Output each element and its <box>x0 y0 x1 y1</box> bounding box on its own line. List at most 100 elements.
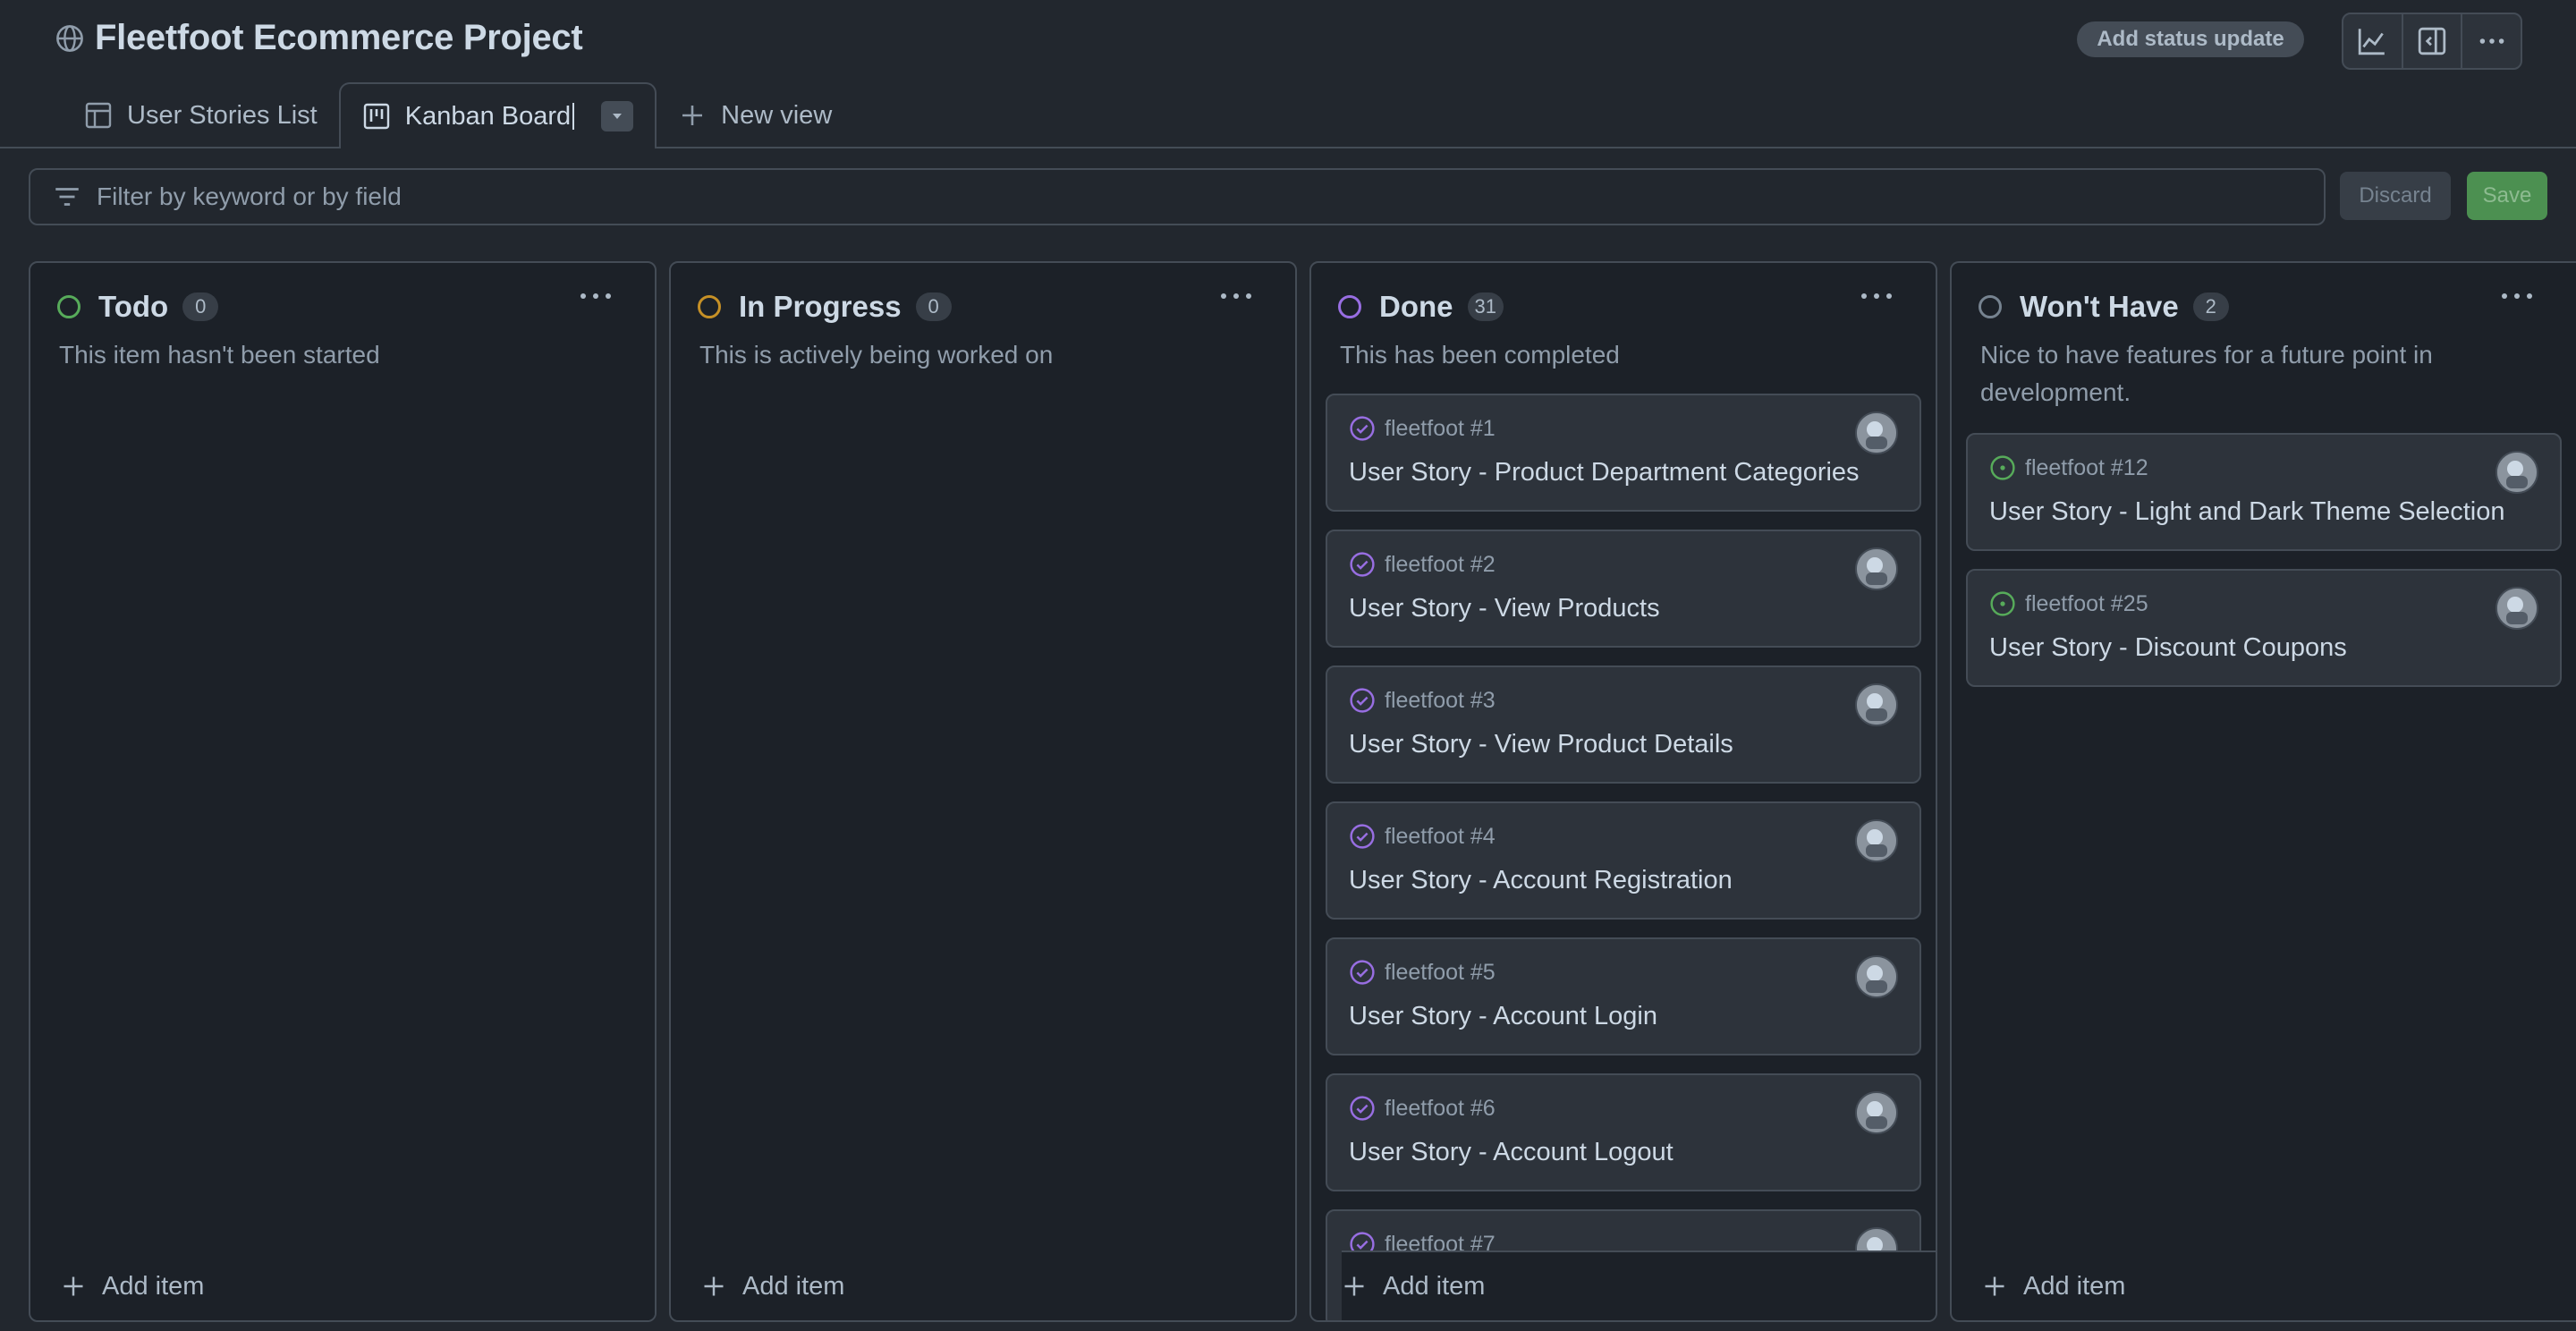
issue-reference: fleetfoot #5 <box>1349 959 1496 986</box>
plus-icon <box>704 1276 724 1296</box>
issue-title[interactable]: User Story - View Products <box>1349 594 1660 623</box>
add-item-button[interactable]: Add item <box>701 1252 1295 1320</box>
avatar-image-icon <box>2497 589 2537 628</box>
issue-opened-icon <box>1990 591 2015 616</box>
triangle-down-icon <box>613 114 623 119</box>
plus-icon <box>64 1276 83 1296</box>
issue-card[interactable]: fleetfoot #3 User Story - View Product D… <box>1326 666 1921 784</box>
project-title-text: Fleetfoot Ecommerce Project <box>95 18 583 57</box>
status-circle-icon <box>1338 295 1361 318</box>
board-icon <box>363 103 389 130</box>
issue-reference: fleetfoot #1 <box>1349 415 1496 442</box>
issue-title[interactable]: User Story - Light and Dark Theme Select… <box>1989 497 2505 527</box>
avatar[interactable] <box>1855 955 1898 998</box>
column-menu-icon[interactable] <box>2497 286 2537 306</box>
plus-icon <box>1985 1276 2004 1296</box>
filter-placeholder: Filter by keyword or by field <box>97 182 402 210</box>
column-description: This is actively being worked on <box>699 341 1054 369</box>
globe-icon <box>56 24 83 52</box>
text-cursor <box>572 103 575 130</box>
column-menu-icon[interactable] <box>1216 286 1256 306</box>
column-name: Done <box>1379 290 1453 323</box>
kebab-horizontal-icon <box>2479 38 2504 44</box>
avatar-image-icon <box>1857 1093 1896 1132</box>
issue-title[interactable]: User Story - View Product Details <box>1349 730 1733 759</box>
add-status-update-button[interactable]: Add status update <box>2077 21 2304 57</box>
new-view-button[interactable]: New view <box>657 84 853 147</box>
column-in-progress: In Progress 0 This is actively being wor… <box>669 261 1297 1322</box>
avatar[interactable] <box>1855 411 1898 454</box>
avatar-image-icon <box>1857 413 1896 453</box>
column-done: Done 31 This has been completed fleetfoo… <box>1309 261 1937 1322</box>
discard-button[interactable]: Discard <box>2340 172 2451 220</box>
insights-button[interactable] <box>2343 14 2403 68</box>
avatar-image-icon <box>1857 685 1896 725</box>
column-name: Todo <box>98 290 169 323</box>
project-header: Fleetfoot Ecommerce Project Add status u… <box>0 0 2576 148</box>
issue-reference: fleetfoot #4 <box>1349 823 1496 850</box>
view-options-button[interactable] <box>601 101 634 131</box>
more-options-button[interactable] <box>2462 14 2521 68</box>
tab-user-stories-list[interactable]: User Stories List <box>63 84 339 147</box>
issue-title[interactable]: User Story - Account Registration <box>1349 866 1733 895</box>
avatar-image-icon <box>1857 957 1896 996</box>
filter-icon <box>55 188 79 206</box>
status-circle-icon <box>57 295 80 318</box>
card-list: fleetfoot #12 User Story - Light and Dar… <box>1966 433 2562 705</box>
filter-input[interactable]: Filter by keyword or by field <box>29 168 2326 225</box>
issue-card[interactable]: fleetfoot #25 User Story - Discount Coup… <box>1966 569 2562 687</box>
column-description: This has been completed <box>1340 341 1620 369</box>
issue-card[interactable]: fleetfoot #2 User Story - View Products <box>1326 530 1921 648</box>
card-list: fleetfoot #1 User Story - Product Depart… <box>1326 394 1921 1320</box>
graph-icon <box>2359 29 2385 55</box>
tab-kanban-board[interactable]: Kanban Board <box>338 82 657 148</box>
tab-label[interactable]: Kanban Board <box>405 102 571 131</box>
issue-closed-icon <box>1350 960 1375 985</box>
issue-title[interactable]: User Story - Discount Coupons <box>1989 633 2347 663</box>
add-item-button[interactable]: Add item <box>61 1252 655 1320</box>
avatar[interactable] <box>1855 547 1898 590</box>
avatar[interactable] <box>2496 587 2538 630</box>
add-item-button[interactable]: Add item <box>1342 1250 1936 1320</box>
avatar-image-icon <box>1857 821 1896 860</box>
column-menu-icon[interactable] <box>576 286 615 306</box>
column-todo: Todo 0 This item hasn't been started Add… <box>29 261 657 1322</box>
avatar-image-icon <box>1857 549 1896 589</box>
column-count-badge: 31 <box>1467 292 1504 321</box>
issue-closed-icon <box>1350 416 1375 441</box>
column-menu-icon[interactable] <box>1857 286 1896 306</box>
add-item-button[interactable]: Add item <box>1982 1252 2576 1320</box>
column-count-badge: 0 <box>182 292 219 321</box>
plus-icon <box>682 106 703 125</box>
issue-reference: fleetfoot #25 <box>1989 590 2148 617</box>
issue-title[interactable]: User Story - Account Logout <box>1349 1138 1674 1167</box>
column-name: Won't Have <box>2020 290 2179 323</box>
avatar[interactable] <box>2496 451 2538 494</box>
issue-opened-icon <box>1990 455 2015 480</box>
add-item-label: Add item <box>2023 1271 2126 1301</box>
avatar[interactable] <box>1855 1091 1898 1134</box>
issue-card[interactable]: fleetfoot #12 User Story - Light and Dar… <box>1966 433 2562 551</box>
side-panel-button[interactable] <box>2403 14 2463 68</box>
issue-closed-icon <box>1350 688 1375 713</box>
avatar[interactable] <box>1855 819 1898 862</box>
tab-label: New view <box>721 100 833 130</box>
column-description: Nice to have features for a future point… <box>1980 341 2433 406</box>
issue-reference: fleetfoot #12 <box>1989 454 2148 481</box>
view-tabs: User Stories List Kanban Board New view <box>63 82 853 148</box>
avatar-image-icon <box>2497 453 2537 492</box>
issue-title[interactable]: User Story - Product Department Categori… <box>1349 458 1860 487</box>
status-circle-icon <box>1979 295 2002 318</box>
issue-closed-icon <box>1350 824 1375 849</box>
save-button[interactable]: Save <box>2467 172 2547 220</box>
issue-card[interactable]: fleetfoot #1 User Story - Product Depart… <box>1326 394 1921 512</box>
column-header: In Progress 0 <box>698 290 952 324</box>
column-header: Todo 0 <box>57 290 219 324</box>
issue-closed-icon <box>1350 1096 1375 1121</box>
issue-card[interactable]: fleetfoot #5 User Story - Account Login <box>1326 937 1921 1055</box>
issue-card[interactable]: fleetfoot #4 User Story - Account Regist… <box>1326 801 1921 920</box>
issue-card[interactable]: fleetfoot #6 User Story - Account Logout <box>1326 1073 1921 1191</box>
avatar[interactable] <box>1855 683 1898 726</box>
issue-title[interactable]: User Story - Account Login <box>1349 1002 1657 1031</box>
table-icon <box>85 102 112 129</box>
